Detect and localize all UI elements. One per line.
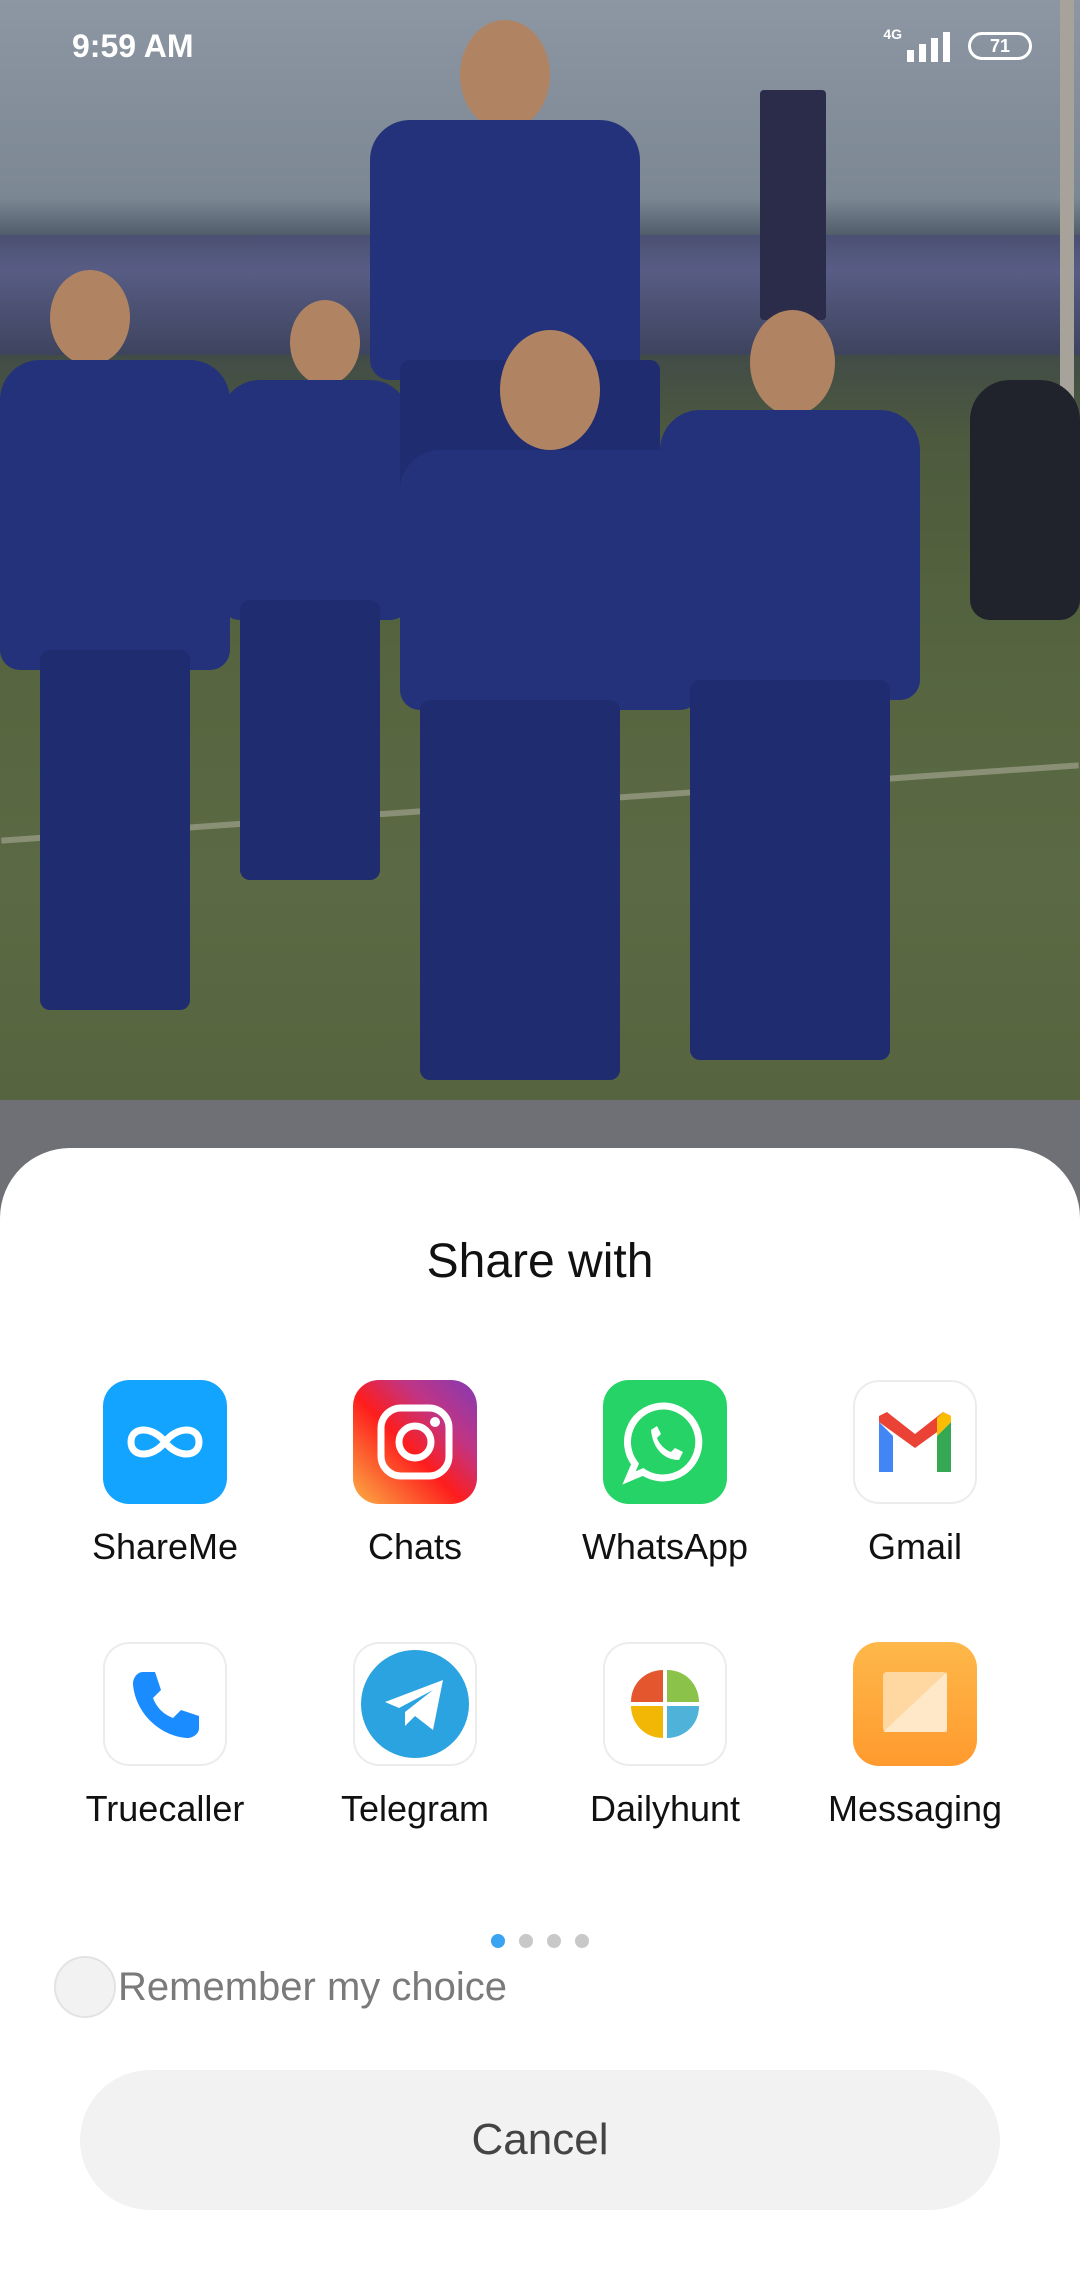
player-head (500, 330, 600, 450)
page-dot[interactable] (547, 1934, 561, 1948)
share-target-instagram[interactable]: Chats (290, 1380, 540, 1568)
app-label: WhatsApp (581, 1526, 749, 1567)
app-label: Telegram (340, 1788, 490, 1829)
player-legs (40, 650, 190, 1010)
page-dot-active[interactable] (491, 1934, 505, 1948)
page-dot[interactable] (519, 1934, 533, 1948)
app-label: Messaging (827, 1788, 1003, 1829)
app-label: ShareMe (91, 1526, 239, 1567)
share-target-whatsapp[interactable]: WhatsApp (540, 1380, 790, 1568)
shareme-icon (103, 1380, 227, 1504)
messaging-icon (853, 1642, 977, 1766)
player-legs (690, 680, 890, 1060)
share-sheet: Share with ShareMe Chats WhatsApp Gmail … (0, 1148, 1080, 2280)
share-target-shareme[interactable]: ShareMe (40, 1380, 290, 1568)
status-bar: 9:59 AM 4G 71 (0, 0, 1080, 96)
player-figure (0, 360, 230, 670)
player-head (50, 270, 130, 365)
player-figure (660, 410, 920, 700)
shared-photo-preview (0, 0, 1080, 1100)
gmail-icon (853, 1380, 977, 1504)
player-figure (220, 380, 410, 620)
signal-icon (907, 26, 950, 62)
stadium-tower (760, 90, 826, 320)
sheet-title: Share with (426, 1235, 654, 1288)
truecaller-phone-icon (103, 1642, 227, 1766)
share-target-messaging[interactable]: Messaging (790, 1642, 1040, 1830)
player-figure (970, 380, 1080, 620)
app-label: Dailyhunt (589, 1788, 741, 1829)
cancel-button[interactable]: Cancel (80, 2070, 1000, 2210)
app-label: Truecaller (85, 1788, 245, 1829)
player-head (290, 300, 360, 385)
telegram-icon (353, 1642, 477, 1766)
remember-choice-label: Remember my choice (118, 1964, 508, 2009)
share-target-dailyhunt[interactable]: Dailyhunt (540, 1642, 790, 1830)
battery-icon: 71 (968, 32, 1032, 60)
battery-level: 71 (989, 36, 1011, 56)
instagram-icon (353, 1380, 477, 1504)
share-target-truecaller[interactable]: Truecaller (40, 1642, 290, 1830)
app-label: Chats (367, 1526, 463, 1567)
player-legs (240, 600, 380, 880)
share-target-gmail[interactable]: Gmail (790, 1380, 1040, 1568)
share-target-telegram[interactable]: Telegram (290, 1642, 540, 1830)
remember-choice-row[interactable]: Remember my choice (54, 1956, 507, 2018)
player-figure (370, 120, 640, 380)
player-legs (420, 700, 620, 1080)
player-figure (400, 450, 700, 710)
whatsapp-icon (603, 1380, 727, 1504)
dailyhunt-icon (603, 1642, 727, 1766)
status-time: 9:59 AM (72, 28, 194, 64)
player-head (750, 310, 835, 415)
app-label: Gmail (867, 1526, 962, 1567)
network-type: 4G (883, 26, 902, 42)
page-dot[interactable] (575, 1934, 589, 1948)
page-indicator (0, 1934, 1080, 1948)
remember-choice-checkbox[interactable] (54, 1956, 116, 2018)
